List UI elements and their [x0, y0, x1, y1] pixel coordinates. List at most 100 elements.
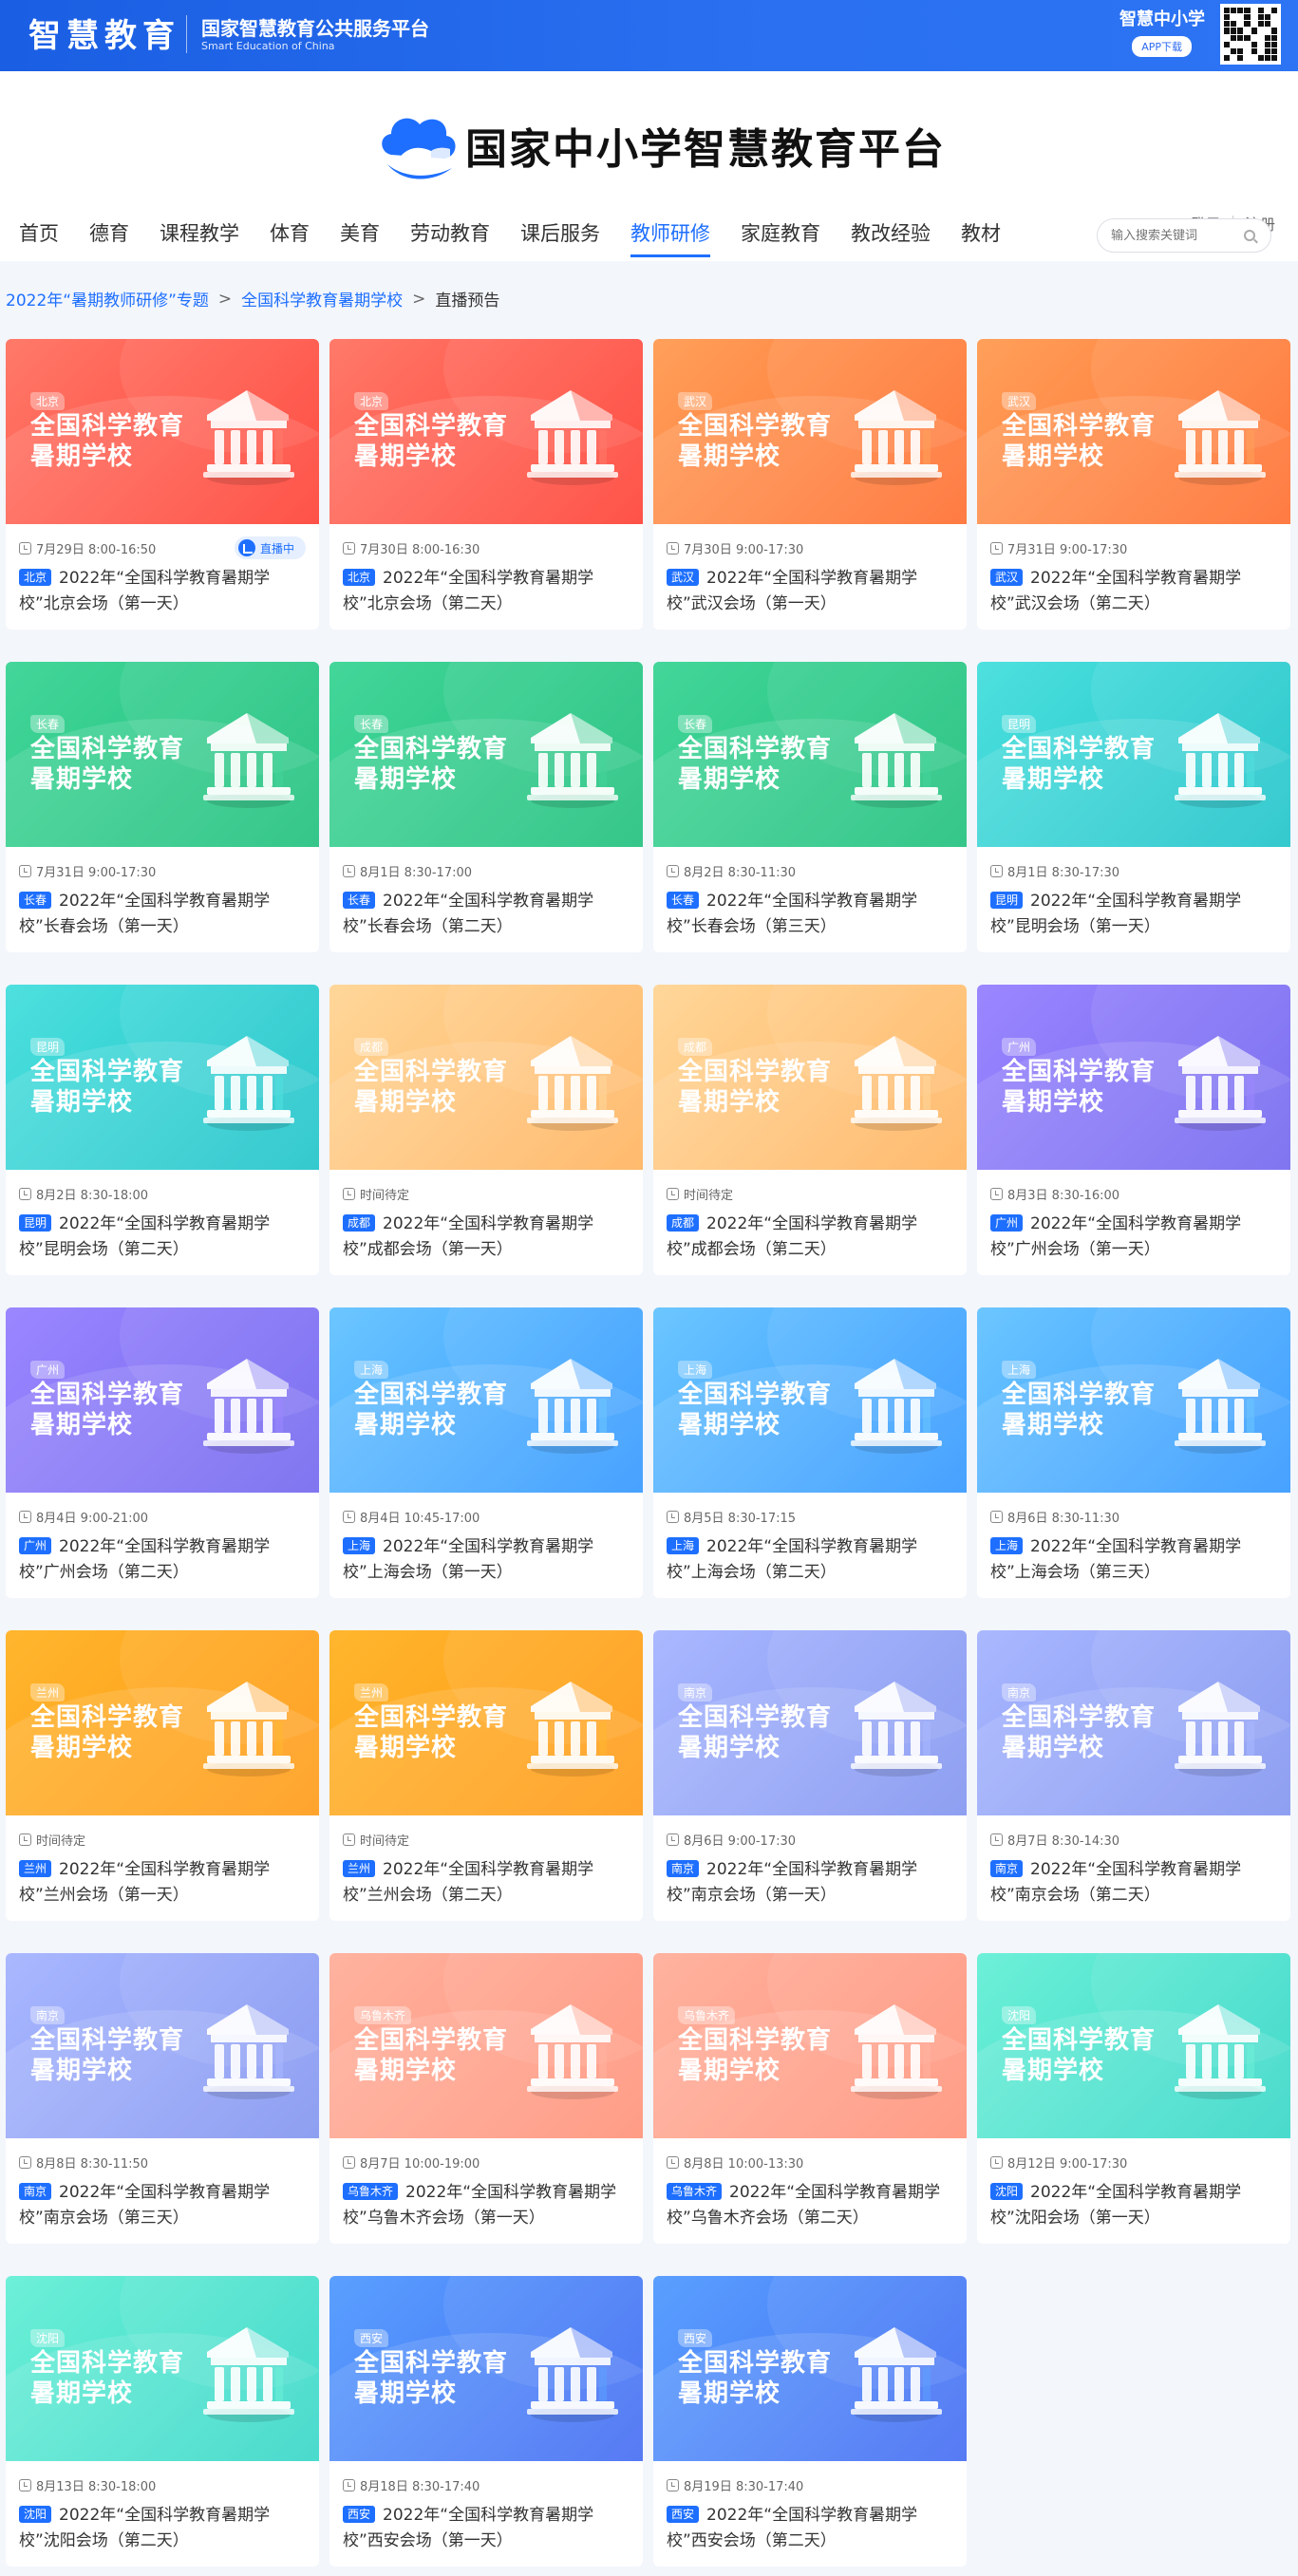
course-card[interactable]: 兰州 全国科学教育 暑期学校 时间待定 兰州 2022年“全国科学教育暑期学校”…: [329, 1630, 643, 1921]
nav-item[interactable]: 教师研修: [630, 218, 710, 257]
course-card[interactable]: 南京 全国科学教育 暑期学校 8月6日 9:00-17:30 南京 2022年“…: [653, 1630, 967, 1921]
nav-item[interactable]: 首页: [19, 218, 59, 257]
card-thumbnail[interactable]: 武汉 全国科学教育 暑期学校: [977, 339, 1290, 524]
course-card[interactable]: 西安 全国科学教育 暑期学校 8月19日 8:30-17:40 西安 2022年…: [653, 2276, 967, 2567]
nav-item[interactable]: 教材: [961, 218, 1001, 257]
card-title[interactable]: 成都 2022年“全国科学教育暑期学校”成都会场（第一天）: [329, 1206, 643, 1263]
card-thumbnail[interactable]: 长春 全国科学教育 暑期学校: [653, 662, 967, 847]
card-title[interactable]: 长春 2022年“全国科学教育暑期学校”长春会场（第一天）: [6, 883, 319, 940]
course-card[interactable]: 南京 全国科学教育 暑期学校 8月7日 8:30-14:30 南京 2022年“…: [977, 1630, 1290, 1921]
course-card[interactable]: 乌鲁木齐 全国科学教育 暑期学校 8月7日 10:00-19:00 乌鲁木齐 2…: [329, 1953, 643, 2244]
search-box[interactable]: [1097, 218, 1271, 253]
card-thumbnail[interactable]: 兰州 全国科学教育 暑期学校: [329, 1630, 643, 1815]
course-card[interactable]: 乌鲁木齐 全国科学教育 暑期学校 8月8日 10:00-13:30 乌鲁木齐 2…: [653, 1953, 967, 2244]
card-title[interactable]: 兰州 2022年“全国科学教育暑期学校”兰州会场（第二天）: [329, 1852, 643, 1908]
card-thumbnail[interactable]: 南京 全国科学教育 暑期学校: [6, 1953, 319, 2138]
card-title[interactable]: 南京 2022年“全国科学教育暑期学校”南京会场（第二天）: [977, 1852, 1290, 1908]
card-title[interactable]: 武汉 2022年“全国科学教育暑期学校”武汉会场（第一天）: [653, 560, 967, 617]
card-title[interactable]: 沈阳 2022年“全国科学教育暑期学校”沈阳会场（第一天）: [977, 2174, 1290, 2231]
course-card[interactable]: 成都 全国科学教育 暑期学校 时间待定 成都 2022年“全国科学教育暑期学校”…: [653, 985, 967, 1275]
card-title[interactable]: 北京 2022年“全国科学教育暑期学校”北京会场（第一天）: [6, 560, 319, 617]
card-title[interactable]: 长春 2022年“全国科学教育暑期学校”长春会场（第三天）: [653, 883, 967, 940]
search-icon[interactable]: [1244, 230, 1255, 241]
course-card[interactable]: 武汉 全国科学教育 暑期学校 7月31日 9:00-17:30 武汉 2022年…: [977, 339, 1290, 630]
course-card[interactable]: 兰州 全国科学教育 暑期学校 时间待定 兰州 2022年“全国科学教育暑期学校”…: [6, 1630, 319, 1921]
card-title[interactable]: 广州 2022年“全国科学教育暑期学校”广州会场（第一天）: [977, 1206, 1290, 1263]
search-input[interactable]: [1111, 228, 1244, 243]
card-thumbnail[interactable]: 乌鲁木齐 全国科学教育 暑期学校: [329, 1953, 643, 2138]
course-card[interactable]: 北京 全国科学教育 暑期学校 7月30日 8:00-16:30 北京 2022年…: [329, 339, 643, 630]
card-thumbnail[interactable]: 西安 全国科学教育 暑期学校: [653, 2276, 967, 2461]
card-title[interactable]: 武汉 2022年“全国科学教育暑期学校”武汉会场（第二天）: [977, 560, 1290, 617]
card-thumbnail[interactable]: 南京 全国科学教育 暑期学校: [977, 1630, 1290, 1815]
breadcrumb-topic[interactable]: 2022年“暑期教师研修”专题: [6, 287, 209, 310]
card-title[interactable]: 成都 2022年“全国科学教育暑期学校”成都会场（第二天）: [653, 1206, 967, 1263]
card-title[interactable]: 兰州 2022年“全国科学教育暑期学校”兰州会场（第一天）: [6, 1852, 319, 1908]
card-thumbnail[interactable]: 昆明 全国科学教育 暑期学校: [6, 985, 319, 1170]
breadcrumb-school[interactable]: 全国科学教育暑期学校: [241, 287, 403, 310]
course-card[interactable]: 昆明 全国科学教育 暑期学校 8月2日 8:30-18:00 昆明 2022年“…: [6, 985, 319, 1275]
card-thumbnail[interactable]: 长春 全国科学教育 暑期学校: [6, 662, 319, 847]
card-title[interactable]: 上海 2022年“全国科学教育暑期学校”上海会场（第一天）: [329, 1529, 643, 1586]
course-card[interactable]: 北京 全国科学教育 暑期学校 7月29日 8:00-16:50 直播中 北京 2…: [6, 339, 319, 630]
course-card[interactable]: 成都 全国科学教育 暑期学校 时间待定 成都 2022年“全国科学教育暑期学校”…: [329, 985, 643, 1275]
card-thumbnail[interactable]: 南京 全国科学教育 暑期学校: [653, 1630, 967, 1815]
nav-item[interactable]: 德育: [89, 218, 129, 257]
card-thumbnail[interactable]: 西安 全国科学教育 暑期学校: [329, 2276, 643, 2461]
card-title[interactable]: 昆明 2022年“全国科学教育暑期学校”昆明会场（第一天）: [977, 883, 1290, 940]
brand[interactable]: 国家中小学智慧教育平台: [378, 109, 946, 181]
card-title[interactable]: 上海 2022年“全国科学教育暑期学校”上海会场（第三天）: [977, 1529, 1290, 1586]
card-thumbnail[interactable]: 上海 全国科学教育 暑期学校: [977, 1307, 1290, 1493]
card-thumbnail[interactable]: 广州 全国科学教育 暑期学校: [977, 985, 1290, 1170]
course-card[interactable]: 沈阳 全国科学教育 暑期学校 8月12日 9:00-17:30 沈阳 2022年…: [977, 1953, 1290, 2244]
card-thumbnail[interactable]: 兰州 全国科学教育 暑期学校: [6, 1630, 319, 1815]
card-title[interactable]: 乌鲁木齐 2022年“全国科学教育暑期学校”乌鲁木齐会场（第二天）: [653, 2174, 967, 2231]
card-thumbnail[interactable]: 北京 全国科学教育 暑期学校: [329, 339, 643, 524]
card-title[interactable]: 南京 2022年“全国科学教育暑期学校”南京会场（第三天）: [6, 2174, 319, 2231]
nav-item[interactable]: 家庭教育: [741, 218, 820, 257]
course-card[interactable]: 广州 全国科学教育 暑期学校 8月3日 8:30-16:00 广州 2022年“…: [977, 985, 1290, 1275]
nav-item[interactable]: 美育: [340, 218, 380, 257]
card-thumbnail[interactable]: 上海 全国科学教育 暑期学校: [653, 1307, 967, 1493]
course-card[interactable]: 上海 全国科学教育 暑期学校 8月4日 10:45-17:00 上海 2022年…: [329, 1307, 643, 1598]
card-title[interactable]: 西安 2022年“全国科学教育暑期学校”西安会场（第一天）: [329, 2497, 643, 2554]
card-title[interactable]: 北京 2022年“全国科学教育暑期学校”北京会场（第二天）: [329, 560, 643, 617]
card-thumbnail[interactable]: 北京 全国科学教育 暑期学校: [6, 339, 319, 524]
card-thumbnail[interactable]: 武汉 全国科学教育 暑期学校: [653, 339, 967, 524]
course-card[interactable]: 上海 全国科学教育 暑期学校 8月5日 8:30-17:15 上海 2022年“…: [653, 1307, 967, 1598]
card-thumbnail[interactable]: 沈阳 全国科学教育 暑期学校: [977, 1953, 1290, 2138]
card-title[interactable]: 沈阳 2022年“全国科学教育暑期学校”沈阳会场（第二天）: [6, 2497, 319, 2554]
nav-item[interactable]: 教改经验: [851, 218, 931, 257]
course-card[interactable]: 上海 全国科学教育 暑期学校 8月6日 8:30-11:30 上海 2022年“…: [977, 1307, 1290, 1598]
course-card[interactable]: 沈阳 全国科学教育 暑期学校 8月13日 8:30-18:00 沈阳 2022年…: [6, 2276, 319, 2567]
card-title[interactable]: 西安 2022年“全国科学教育暑期学校”西安会场（第二天）: [653, 2497, 967, 2554]
card-thumbnail[interactable]: 成都 全国科学教育 暑期学校: [653, 985, 967, 1170]
course-card[interactable]: 昆明 全国科学教育 暑期学校 8月1日 8:30-17:30 昆明 2022年“…: [977, 662, 1290, 952]
course-card[interactable]: 长春 全国科学教育 暑期学校 8月1日 8:30-17:00 长春 2022年“…: [329, 662, 643, 952]
card-title[interactable]: 广州 2022年“全国科学教育暑期学校”广州会场（第二天）: [6, 1529, 319, 1586]
course-card[interactable]: 长春 全国科学教育 暑期学校 7月31日 9:00-17:30 长春 2022年…: [6, 662, 319, 952]
nav-item[interactable]: 课程教学: [160, 218, 239, 257]
card-title[interactable]: 长春 2022年“全国科学教育暑期学校”长春会场（第二天）: [329, 883, 643, 940]
card-thumbnail[interactable]: 上海 全国科学教育 暑期学校: [329, 1307, 643, 1493]
card-title[interactable]: 昆明 2022年“全国科学教育暑期学校”昆明会场（第二天）: [6, 1206, 319, 1263]
course-card[interactable]: 武汉 全国科学教育 暑期学校 7月30日 9:00-17:30 武汉 2022年…: [653, 339, 967, 630]
card-thumbnail[interactable]: 乌鲁木齐 全国科学教育 暑期学校: [653, 1953, 967, 2138]
card-title[interactable]: 南京 2022年“全国科学教育暑期学校”南京会场（第一天）: [653, 1852, 967, 1908]
card-title[interactable]: 乌鲁木齐 2022年“全国科学教育暑期学校”乌鲁木齐会场（第一天）: [329, 2174, 643, 2231]
course-card[interactable]: 广州 全国科学教育 暑期学校 8月4日 9:00-21:00 广州 2022年“…: [6, 1307, 319, 1598]
nav-item[interactable]: 劳动教育: [410, 218, 490, 257]
card-thumbnail[interactable]: 成都 全国科学教育 暑期学校: [329, 985, 643, 1170]
nav-item[interactable]: 课后服务: [520, 218, 600, 257]
card-thumbnail[interactable]: 沈阳 全国科学教育 暑期学校: [6, 2276, 319, 2461]
app-download-button[interactable]: APP下载: [1132, 36, 1192, 57]
course-card[interactable]: 西安 全国科学教育 暑期学校 8月18日 8:30-17:40 西安 2022年…: [329, 2276, 643, 2567]
course-card[interactable]: 长春 全国科学教育 暑期学校 8月2日 8:30-11:30 长春 2022年“…: [653, 662, 967, 952]
card-thumbnail[interactable]: 长春 全国科学教育 暑期学校: [329, 662, 643, 847]
card-thumbnail[interactable]: 广州 全国科学教育 暑期学校: [6, 1307, 319, 1493]
nav-item[interactable]: 体育: [270, 218, 310, 257]
site-logo[interactable]: 智慧教育: [28, 9, 180, 56]
course-card[interactable]: 南京 全国科学教育 暑期学校 8月8日 8:30-11:50 南京 2022年“…: [6, 1953, 319, 2244]
card-title[interactable]: 上海 2022年“全国科学教育暑期学校”上海会场（第二天）: [653, 1529, 967, 1586]
card-thumbnail[interactable]: 昆明 全国科学教育 暑期学校: [977, 662, 1290, 847]
